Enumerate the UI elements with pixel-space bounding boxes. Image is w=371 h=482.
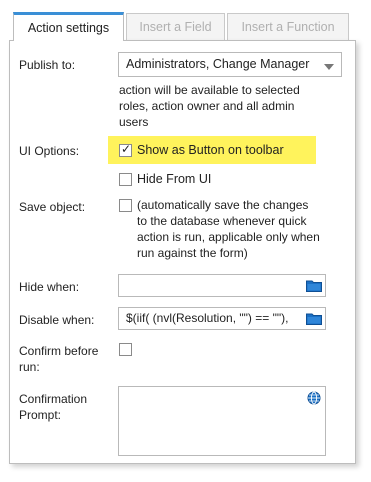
tab-action-settings-label: Action settings: [27, 21, 110, 35]
globe-icon[interactable]: [307, 391, 321, 405]
save-object-help-1: (automatically save the changes: [137, 198, 309, 212]
tab-insert-field[interactable]: Insert a Field: [126, 13, 225, 40]
save-object-help-4: run against the form): [137, 246, 248, 260]
tab-insert-function[interactable]: Insert a Function: [227, 13, 349, 40]
ui-options-label: UI Options:: [19, 144, 80, 158]
tab-insert-field-label: Insert a Field: [139, 20, 212, 34]
show-button-checkbox[interactable]: ✓: [119, 142, 132, 157]
disable-when-value: $(iif( (nvl(Resolution, "") == ""),: [126, 311, 289, 325]
hide-from-ui-checkbox[interactable]: [119, 173, 132, 186]
confirmation-prompt-label-line-2: Prompt:: [19, 408, 62, 422]
show-button-label: Show as Button on toolbar: [137, 143, 284, 157]
publish-label: Publish to:: [19, 58, 76, 72]
confirm-checkbox[interactable]: [119, 343, 132, 356]
publish-help-line-2: roles, action owner and all admin: [119, 99, 295, 113]
publish-help-line-1: action will be available to selected: [119, 83, 300, 97]
hide-when-field[interactable]: [118, 274, 326, 297]
save-object-checkbox[interactable]: [119, 199, 132, 212]
save-object-label: Save object:: [19, 200, 86, 214]
hide-from-ui-label: Hide From UI: [137, 172, 212, 186]
disable-when-field[interactable]: $(iif( (nvl(Resolution, "") == ""),: [118, 307, 326, 330]
publish-help-line-3: users: [119, 115, 149, 129]
hide-when-label: Hide when:: [19, 280, 80, 294]
save-object-help-3: action is run, applicable only when: [137, 230, 320, 244]
save-object-help-2: to the database whenever quick: [137, 214, 307, 228]
chevron-down-icon[interactable]: [324, 64, 334, 70]
tab-insert-function-label: Insert a Function: [241, 20, 335, 34]
folder-icon[interactable]: [306, 279, 322, 292]
confirmation-prompt-label-line-1: Confirmation: [19, 392, 88, 406]
confirm-label-line-2: run:: [19, 360, 40, 374]
disable-when-label: Disable when:: [19, 313, 95, 327]
publish-value: Administrators, Change Manager: [126, 57, 310, 71]
tab-action-settings[interactable]: Action settings: [13, 12, 124, 41]
folder-icon[interactable]: [306, 312, 322, 325]
confirmation-prompt-textarea[interactable]: [118, 386, 326, 456]
confirm-label-line-1: Confirm before: [19, 344, 99, 358]
checkmark-icon: ✓: [121, 142, 132, 156]
publish-dropdown[interactable]: Administrators, Change Manager: [118, 52, 342, 77]
